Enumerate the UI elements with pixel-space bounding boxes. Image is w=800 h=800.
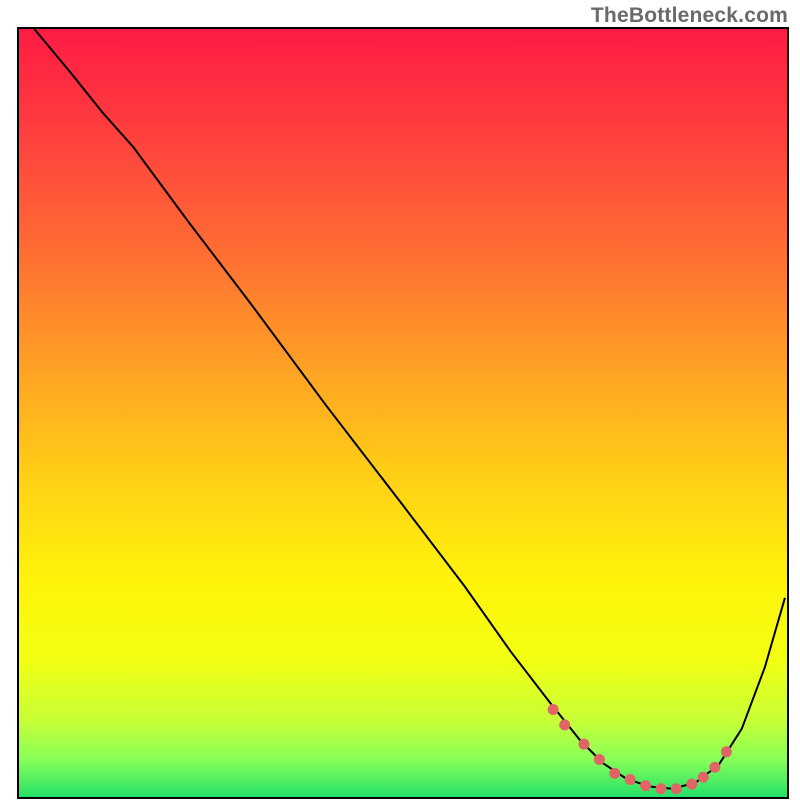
- highlight-dot: [578, 739, 589, 750]
- highlight-dot: [655, 783, 666, 794]
- highlight-dot: [548, 704, 559, 715]
- highlight-dot: [721, 746, 732, 757]
- highlight-dot: [594, 754, 605, 765]
- highlight-dot: [698, 772, 709, 783]
- highlight-dot: [671, 783, 682, 794]
- highlight-dot: [640, 780, 651, 791]
- bottleneck-chart: [0, 0, 800, 800]
- gradient-background: [18, 28, 788, 798]
- highlight-dot: [709, 762, 720, 773]
- highlight-dot: [625, 774, 636, 785]
- chart-container: TheBottleneck.com: [0, 0, 800, 800]
- highlight-dot: [609, 768, 620, 779]
- highlight-dot: [559, 719, 570, 730]
- watermark-text: TheBottleneck.com: [591, 4, 788, 28]
- highlight-dot: [686, 779, 697, 790]
